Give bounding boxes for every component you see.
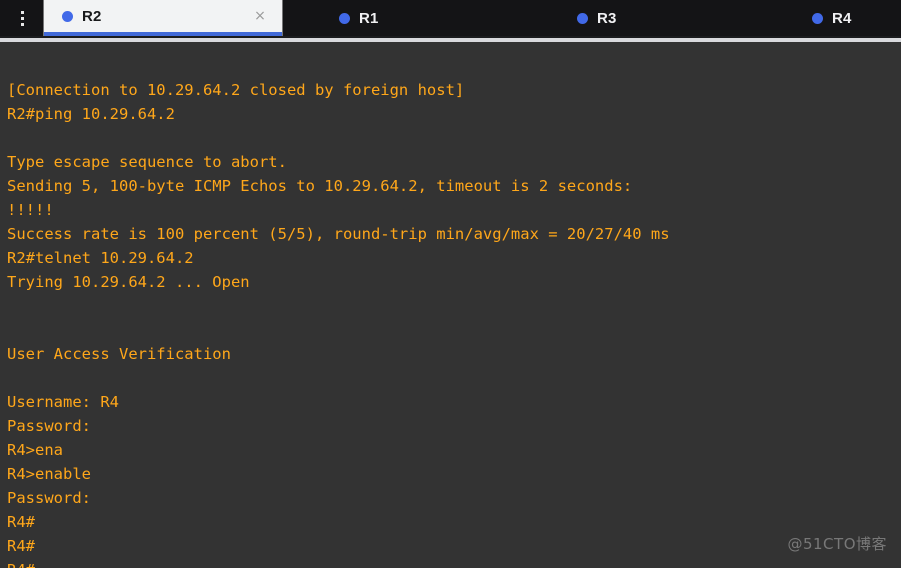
tab-label: R4 xyxy=(832,9,852,27)
tab-label: R3 xyxy=(597,9,617,27)
terminal-line: R2#ping 10.29.64.2 xyxy=(7,105,175,123)
terminal-output-pane[interactable]: [Connection to 10.29.64.2 closed by fore… xyxy=(0,42,901,568)
tab-status-dot-icon xyxy=(62,10,73,22)
tab-r1[interactable]: R1 xyxy=(292,0,472,36)
tab-r2[interactable]: R2 × xyxy=(44,0,282,36)
terminal-line: Sending 5, 100-byte ICMP Echos to 10.29.… xyxy=(7,177,633,195)
terminal-text-buffer: [Connection to 10.29.64.2 closed by fore… xyxy=(0,42,901,568)
terminal-line: R4>ena xyxy=(7,441,63,459)
terminal-line: Trying 10.29.64.2 ... Open xyxy=(7,273,250,291)
terminal-line: Type escape sequence to abort. xyxy=(7,153,287,171)
tab-r3[interactable]: R3 xyxy=(530,0,710,36)
terminal-line: Password: xyxy=(7,417,91,435)
tab-label: R1 xyxy=(359,9,379,27)
tab-strip: R2 × R1 R3 R4 xyxy=(44,0,901,36)
terminal-line: Username: R4 xyxy=(7,393,119,411)
terminal-line: Password: xyxy=(7,489,91,507)
tab-status-dot-icon xyxy=(339,12,350,24)
terminal-line: !!!!! xyxy=(7,201,54,219)
terminal-line: R4# xyxy=(7,558,901,568)
terminal-line: R4# xyxy=(7,537,35,555)
terminal-line: R4>enable xyxy=(7,465,91,483)
vertical-ellipsis-icon xyxy=(20,10,24,26)
tab-close-icon[interactable]: × xyxy=(252,8,268,24)
terminal-line: Success rate is 100 percent (5/5), round… xyxy=(7,225,670,243)
tab-label: R2 xyxy=(82,7,102,25)
terminal-line: R4# xyxy=(7,513,35,531)
tab-status-dot-icon xyxy=(577,12,588,24)
terminal-line: R2#telnet 10.29.64.2 xyxy=(7,249,194,267)
terminal-application-window: R2 × R1 R3 R4 [Connection to 10.29.64.2 clos… xyxy=(0,0,901,568)
tab-r4[interactable]: R4 xyxy=(765,0,901,36)
terminal-line: [Connection to 10.29.64.2 closed by fore… xyxy=(7,81,465,99)
tab-status-dot-icon xyxy=(812,12,823,24)
tab-bar: R2 × R1 R3 R4 xyxy=(0,0,901,36)
terminal-line: User Access Verification xyxy=(7,345,231,363)
main-menu-button[interactable] xyxy=(0,0,44,36)
